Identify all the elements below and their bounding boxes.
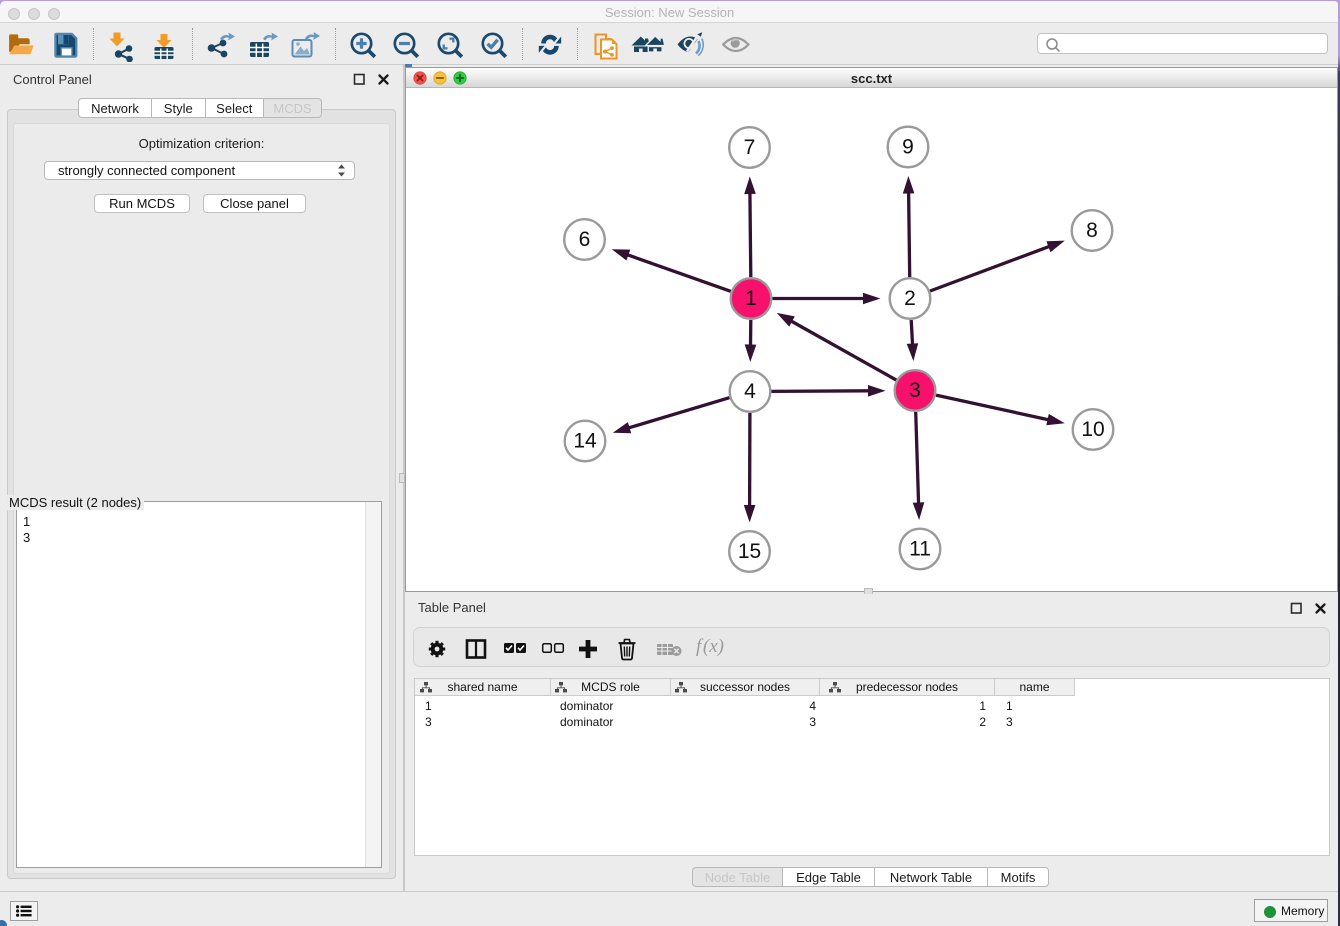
svg-text:8: 8 — [1086, 219, 1098, 242]
svg-text:11: 11 — [909, 538, 931, 561]
svg-text:7: 7 — [744, 136, 756, 159]
svg-text:9: 9 — [902, 136, 914, 159]
svg-text:2: 2 — [904, 287, 916, 310]
svg-text:3: 3 — [909, 379, 921, 402]
svg-text:10: 10 — [1081, 418, 1104, 441]
svg-text:6: 6 — [579, 228, 591, 251]
svg-text:14: 14 — [573, 430, 597, 453]
svg-text:4: 4 — [744, 380, 756, 403]
svg-text:15: 15 — [738, 540, 761, 563]
svg-text:1: 1 — [745, 287, 757, 310]
